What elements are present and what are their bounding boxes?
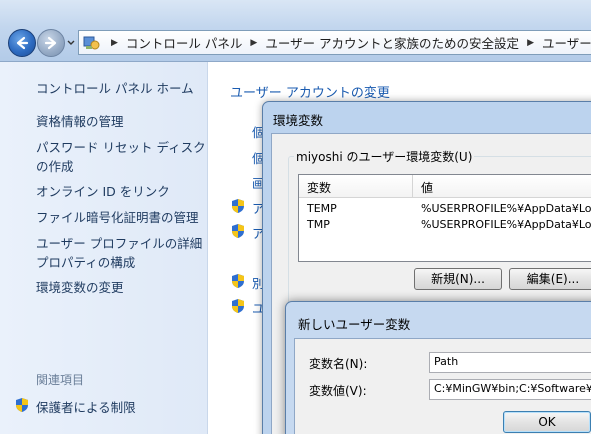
manage-credentials-link[interactable]: 資格情報の管理 [36,112,206,131]
list-header: 変数 値 [299,175,591,198]
variable-name-cell: TEMP [307,202,337,215]
create-password-reset-disk-link[interactable]: パスワード リセット ディスク の作成 [36,138,206,176]
uac-shield-icon [232,299,244,313]
uac-shield-icon [232,224,244,238]
navigation-bar: ▶ コントロール パネル ▶ ユーザー アカウントと家族のための安全設定 ▶ ユ… [0,0,591,62]
variable-name-label: 変数名(N): [309,357,368,371]
new-variable-button[interactable]: 新規(N)... [414,268,502,290]
column-header-value[interactable]: 値 [421,179,433,196]
new-user-variable-dialog: 新しいユーザー変数 変数名(N): Path 変数値(V): C:¥MinGW¥… [285,301,591,434]
ok-button[interactable]: OK [503,411,591,433]
variable-name-cell: TMP [307,218,330,231]
address-bar[interactable]: ▶ コントロール パネル ▶ ユーザー アカウントと家族のための安全設定 ▶ ユ… [78,30,591,55]
variable-value-cell: %USERPROFILE%¥AppData¥Local [421,202,591,215]
forward-button[interactable] [37,29,65,57]
dialog-body: 変数名(N): Path 変数値(V): C:¥MinGW¥bin;C:¥Sof… [294,338,591,434]
breadcrumb-separator: ▶ [111,37,118,48]
user-variables-list[interactable]: 変数 値 TEMP %USERPROFILE%¥AppData¥Local TM… [298,174,591,262]
manage-file-encryption-certificates-link[interactable]: ファイル暗号化証明書の管理 [36,208,206,227]
configure-advanced-profile-properties-link[interactable]: ユーザー プロファイルの詳細 プロパティの構成 [36,234,206,272]
chevron-down-icon[interactable] [66,38,76,48]
uac-shield-icon [232,274,244,288]
uac-shield-icon [232,199,244,213]
link-online-id-link[interactable]: オンライン ID をリンク [36,182,206,201]
arrow-left-icon [16,36,29,50]
breadcrumb-item-user-accounts[interactable]: ユーザー アカウントと家族のための安全設定 [263,33,521,52]
task-pane: コントロール パネル ホーム 資格情報の管理 パスワード リセット ディスク の… [0,62,208,434]
arrow-right-icon [44,36,57,50]
change-environment-variables-link[interactable]: 環境変数の変更 [36,278,206,297]
column-divider[interactable] [412,175,413,198]
breadcrumb-separator[interactable]: ▶ [244,38,263,48]
variable-name-input[interactable]: Path [429,352,591,373]
edit-variable-button[interactable]: 編集(E)... [509,268,591,290]
control-panel-icon [83,36,100,49]
variable-value-cell: %USERPROFILE%¥AppData¥Local [421,218,591,231]
variable-value-input[interactable]: C:¥MinGW¥bin;C:¥Software¥Oct [429,379,591,400]
uac-shield-icon [16,398,28,412]
breadcrumb-separator[interactable]: ▶ [521,38,540,48]
back-button[interactable] [8,29,36,57]
control-panel-home-link[interactable]: コントロール パネル ホーム [36,78,194,97]
user-variables-group-label: miyoshi のユーザー環境変数(U) [294,148,475,165]
page-title: ユーザー アカウントの変更 [230,86,390,101]
table-row[interactable]: TEMP %USERPROFILE%¥AppData¥Local [299,201,591,217]
related-topics-header: 関連項目 [36,373,85,387]
table-row[interactable]: TMP %USERPROFILE%¥AppData¥Local [299,217,591,233]
dialog-title: 新しいユーザー変数 [298,317,411,332]
parental-controls-link[interactable]: 保護者による制限 [36,397,136,416]
breadcrumb-item-control-panel[interactable]: コントロール パネル [124,33,244,52]
column-header-variable[interactable]: 変数 [307,179,331,196]
dialog-title: 環境変数 [273,113,324,128]
variable-value-label: 変数値(V): [309,384,367,398]
breadcrumb-item-current[interactable]: ユーザー ア [540,33,591,52]
